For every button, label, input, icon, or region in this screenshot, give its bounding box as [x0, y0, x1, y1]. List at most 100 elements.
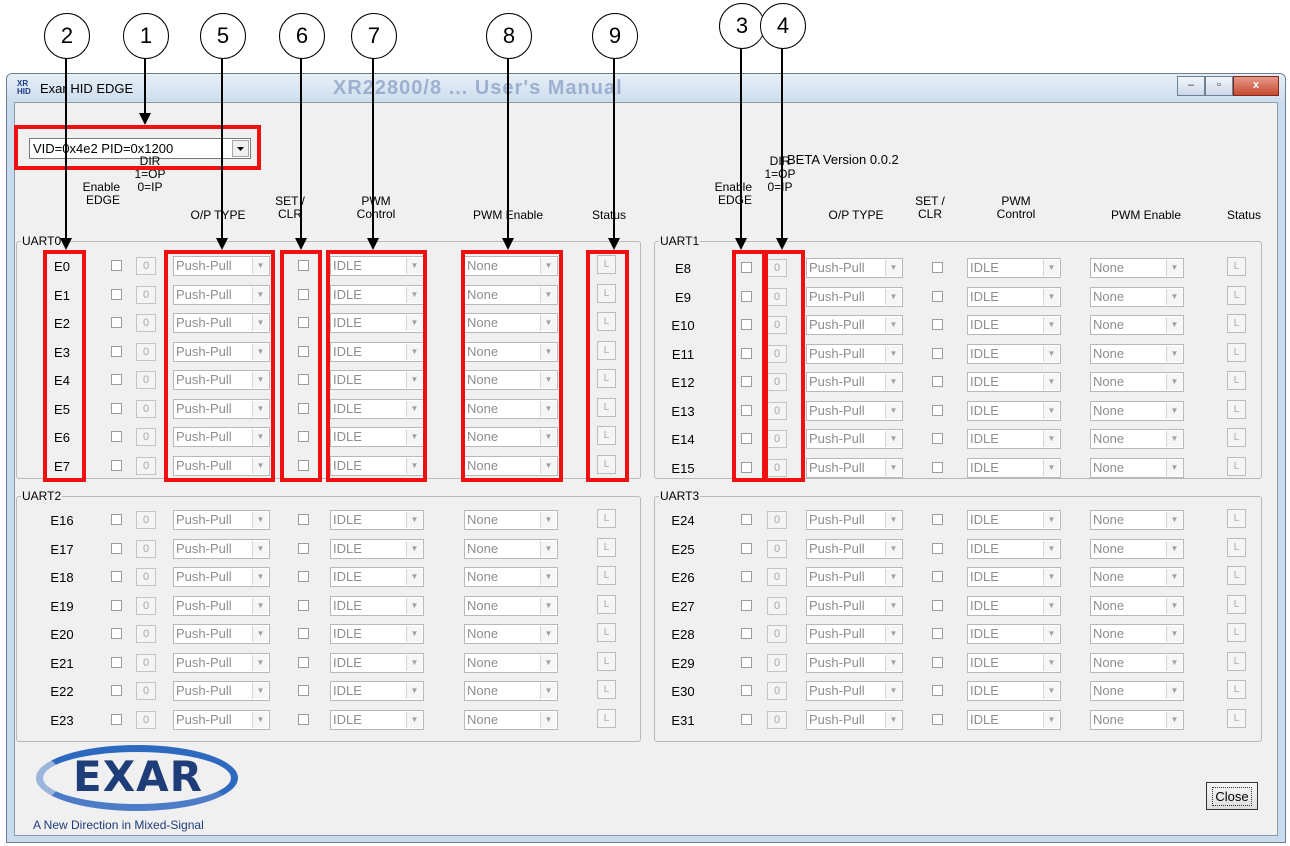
enable-edge-checkbox[interactable]	[741, 291, 752, 302]
chevron-down-icon[interactable]: ▼	[1166, 403, 1182, 419]
set-clr-checkbox[interactable]	[932, 657, 943, 668]
chevron-down-icon[interactable]: ▼	[1043, 460, 1059, 476]
pwm-control-select[interactable]: IDLE ▼	[967, 681, 1061, 701]
chevron-down-icon[interactable]: ▼	[1043, 598, 1059, 614]
minimize-button[interactable]: ‒	[1177, 76, 1205, 96]
dir-button[interactable]: 0	[767, 625, 787, 643]
title-bar[interactable]: XR HID Exar HID EDGE XR22800/8 ... User's…	[7, 74, 1285, 102]
op-type-select[interactable]: Push-Pull ▼	[806, 681, 903, 701]
pwm-control-select[interactable]: IDLE ▼	[967, 344, 1061, 364]
set-clr-checkbox[interactable]	[932, 405, 943, 416]
op-type-select[interactable]: Push-Pull ▼	[806, 372, 903, 392]
pwm-enable-select[interactable]: None ▼	[1090, 344, 1184, 364]
enable-edge-checkbox[interactable]	[741, 714, 752, 725]
pwm-control-select[interactable]: IDLE ▼	[967, 653, 1061, 673]
dir-button[interactable]: 0	[767, 682, 787, 700]
chevron-down-icon[interactable]: ▼	[885, 712, 901, 728]
pwm-enable-select[interactable]: None ▼	[1090, 567, 1184, 587]
enable-edge-checkbox[interactable]	[741, 376, 752, 387]
dir-button[interactable]: 0	[767, 402, 787, 420]
chevron-down-icon[interactable]: ▼	[885, 260, 901, 276]
chevron-down-icon[interactable]: ▼	[885, 655, 901, 671]
set-clr-checkbox[interactable]	[932, 319, 943, 330]
chevron-down-icon[interactable]: ▼	[1166, 598, 1182, 614]
pwm-enable-select[interactable]: None ▼	[1090, 624, 1184, 644]
chevron-down-icon[interactable]: ▼	[1043, 374, 1059, 390]
chevron-down-icon[interactable]: ▼	[1166, 374, 1182, 390]
pwm-control-select[interactable]: IDLE ▼	[967, 401, 1061, 421]
pwm-enable-select[interactable]: None ▼	[1090, 372, 1184, 392]
dir-button[interactable]: 0	[767, 568, 787, 586]
set-clr-checkbox[interactable]	[932, 628, 943, 639]
chevron-down-icon[interactable]: ▼	[1043, 403, 1059, 419]
chevron-down-icon[interactable]: ▼	[885, 346, 901, 362]
chevron-down-icon[interactable]: ▼	[885, 289, 901, 305]
status-button[interactable]: L	[1227, 566, 1246, 585]
dir-button[interactable]: 0	[767, 316, 787, 334]
chevron-down-icon[interactable]: ▼	[885, 374, 901, 390]
pwm-enable-select[interactable]: None ▼	[1090, 539, 1184, 559]
enable-edge-checkbox[interactable]	[741, 433, 752, 444]
enable-edge-checkbox[interactable]	[741, 543, 752, 554]
pwm-control-select[interactable]: IDLE ▼	[967, 258, 1061, 278]
chevron-down-icon[interactable]: ▼	[1166, 683, 1182, 699]
pwm-control-select[interactable]: IDLE ▼	[967, 710, 1061, 730]
chevron-down-icon[interactable]: ▼	[885, 626, 901, 642]
op-type-select[interactable]: Push-Pull ▼	[806, 510, 903, 530]
chevron-down-icon[interactable]: ▼	[1043, 569, 1059, 585]
chevron-down-icon[interactable]: ▼	[1043, 289, 1059, 305]
dir-button[interactable]: 0	[767, 288, 787, 306]
chevron-down-icon[interactable]: ▼	[1166, 260, 1182, 276]
chevron-down-icon[interactable]	[232, 140, 249, 157]
status-button[interactable]: L	[1227, 257, 1246, 276]
set-clr-checkbox[interactable]	[932, 291, 943, 302]
set-clr-checkbox[interactable]	[932, 571, 943, 582]
op-type-select[interactable]: Push-Pull ▼	[806, 539, 903, 559]
set-clr-checkbox[interactable]	[932, 433, 943, 444]
pwm-enable-select[interactable]: None ▼	[1090, 510, 1184, 530]
set-clr-checkbox[interactable]	[932, 714, 943, 725]
dir-button[interactable]: 0	[767, 511, 787, 529]
op-type-select[interactable]: Push-Pull ▼	[806, 596, 903, 616]
chevron-down-icon[interactable]: ▼	[885, 569, 901, 585]
pwm-enable-select[interactable]: None ▼	[1090, 401, 1184, 421]
op-type-select[interactable]: Push-Pull ▼	[806, 401, 903, 421]
op-type-select[interactable]: Push-Pull ▼	[806, 429, 903, 449]
pwm-control-select[interactable]: IDLE ▼	[967, 458, 1061, 478]
chevron-down-icon[interactable]: ▼	[1043, 346, 1059, 362]
status-button[interactable]: L	[1227, 400, 1246, 419]
chevron-down-icon[interactable]: ▼	[1043, 431, 1059, 447]
chevron-down-icon[interactable]: ▼	[1166, 289, 1182, 305]
pwm-control-select[interactable]: IDLE ▼	[967, 429, 1061, 449]
close-button[interactable]: Close	[1206, 782, 1258, 810]
pwm-control-select[interactable]: IDLE ▼	[967, 596, 1061, 616]
chevron-down-icon[interactable]: ▼	[1166, 541, 1182, 557]
chevron-down-icon[interactable]: ▼	[885, 541, 901, 557]
enable-edge-checkbox[interactable]	[741, 657, 752, 668]
status-button[interactable]: L	[1227, 343, 1246, 362]
chevron-down-icon[interactable]: ▼	[1166, 317, 1182, 333]
status-button[interactable]: L	[1227, 680, 1246, 699]
chevron-down-icon[interactable]: ▼	[1166, 431, 1182, 447]
dir-button[interactable]: 0	[767, 373, 787, 391]
chevron-down-icon[interactable]: ▼	[885, 403, 901, 419]
dir-button[interactable]: 0	[767, 654, 787, 672]
pwm-enable-select[interactable]: None ▼	[1090, 315, 1184, 335]
chevron-down-icon[interactable]: ▼	[1166, 512, 1182, 528]
dir-button[interactable]: 0	[767, 345, 787, 363]
pwm-control-select[interactable]: IDLE ▼	[967, 315, 1061, 335]
op-type-select[interactable]: Push-Pull ▼	[806, 567, 903, 587]
dir-button[interactable]: 0	[767, 711, 787, 729]
pwm-control-select[interactable]: IDLE ▼	[967, 372, 1061, 392]
maximize-button[interactable]: ▫	[1205, 76, 1233, 96]
pwm-control-select[interactable]: IDLE ▼	[967, 624, 1061, 644]
status-button[interactable]: L	[1227, 457, 1246, 476]
pwm-enable-select[interactable]: None ▼	[1090, 429, 1184, 449]
status-button[interactable]: L	[1227, 509, 1246, 528]
close-window-button[interactable]: x	[1233, 76, 1279, 96]
pwm-enable-select[interactable]: None ▼	[1090, 653, 1184, 673]
chevron-down-icon[interactable]: ▼	[885, 460, 901, 476]
enable-edge-checkbox[interactable]	[741, 685, 752, 696]
chevron-down-icon[interactable]: ▼	[1166, 626, 1182, 642]
dir-button[interactable]: 0	[767, 430, 787, 448]
